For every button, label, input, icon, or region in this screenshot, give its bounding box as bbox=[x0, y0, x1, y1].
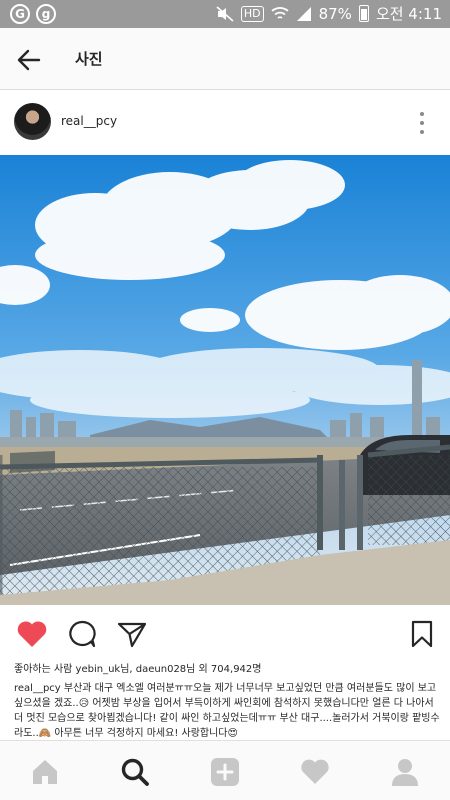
like-button[interactable] bbox=[16, 619, 48, 649]
status-bar: G g HD 87% 오전 4:11 bbox=[0, 0, 450, 28]
nav-activity[interactable] bbox=[299, 756, 331, 788]
nav-add-post[interactable] bbox=[209, 756, 241, 788]
page-title: 사진 bbox=[75, 50, 103, 68]
post-photo[interactable] bbox=[0, 155, 450, 605]
notification-icon: G bbox=[10, 4, 30, 24]
post-username[interactable]: real__pcy bbox=[61, 114, 117, 128]
nav-search[interactable] bbox=[119, 756, 151, 788]
comment-button[interactable] bbox=[66, 619, 98, 649]
notification-icon: g bbox=[36, 4, 56, 24]
save-button[interactable] bbox=[406, 619, 438, 649]
bottom-navigation bbox=[0, 740, 450, 800]
add-post-icon bbox=[211, 758, 239, 786]
signal-icon bbox=[296, 6, 311, 21]
more-options-button[interactable] bbox=[418, 112, 426, 134]
caption-text: 부산과 대구 엑소엘 여러분ㅠㅠ오늘 제가 너무너무 보고싶었던 만큼 여러분들… bbox=[14, 683, 440, 739]
more-vertical-icon-dot bbox=[420, 121, 424, 125]
share-button[interactable] bbox=[116, 619, 148, 649]
activity-heart-icon bbox=[301, 759, 329, 784]
wifi-icon bbox=[270, 6, 289, 19]
comment-icon bbox=[69, 620, 96, 648]
nav-profile[interactable] bbox=[389, 756, 421, 788]
more-vertical-icon bbox=[420, 112, 424, 116]
post-header: real__pcy bbox=[0, 91, 450, 155]
direct-share-icon bbox=[117, 622, 147, 648]
profile-icon bbox=[392, 759, 418, 786]
caption-username[interactable]: real__pcy bbox=[14, 683, 61, 694]
likes-count[interactable]: 좋아하는 사람 yebin_uk님, daeun028님 외 704,942명 bbox=[14, 660, 261, 675]
post-caption: real__pcy 부산과 대구 엑소엘 여러분ㅠㅠ오늘 제가 너무너무 보고싶… bbox=[14, 681, 442, 741]
hd-badge: HD bbox=[240, 5, 264, 22]
search-icon bbox=[121, 758, 149, 786]
back-arrow-icon bbox=[17, 49, 41, 71]
home-icon bbox=[33, 760, 57, 784]
app-header: 사진 bbox=[0, 28, 450, 90]
post-actions bbox=[0, 605, 450, 657]
nav-home[interactable] bbox=[29, 756, 61, 788]
back-button[interactable] bbox=[14, 45, 44, 75]
battery-icon bbox=[358, 5, 369, 22]
heart-icon bbox=[17, 621, 47, 647]
battery-percent: 87% bbox=[318, 4, 352, 23]
photo-image bbox=[0, 155, 450, 605]
mute-icon bbox=[216, 5, 234, 22]
clock: 오전 4:11 bbox=[375, 5, 442, 23]
more-vertical-icon-dot bbox=[420, 130, 424, 134]
bookmark-icon bbox=[411, 620, 433, 648]
status-bar-left: G g bbox=[10, 4, 56, 24]
avatar[interactable] bbox=[14, 103, 51, 140]
status-bar-right: HD 87% 오전 4:11 bbox=[216, 3, 442, 24]
